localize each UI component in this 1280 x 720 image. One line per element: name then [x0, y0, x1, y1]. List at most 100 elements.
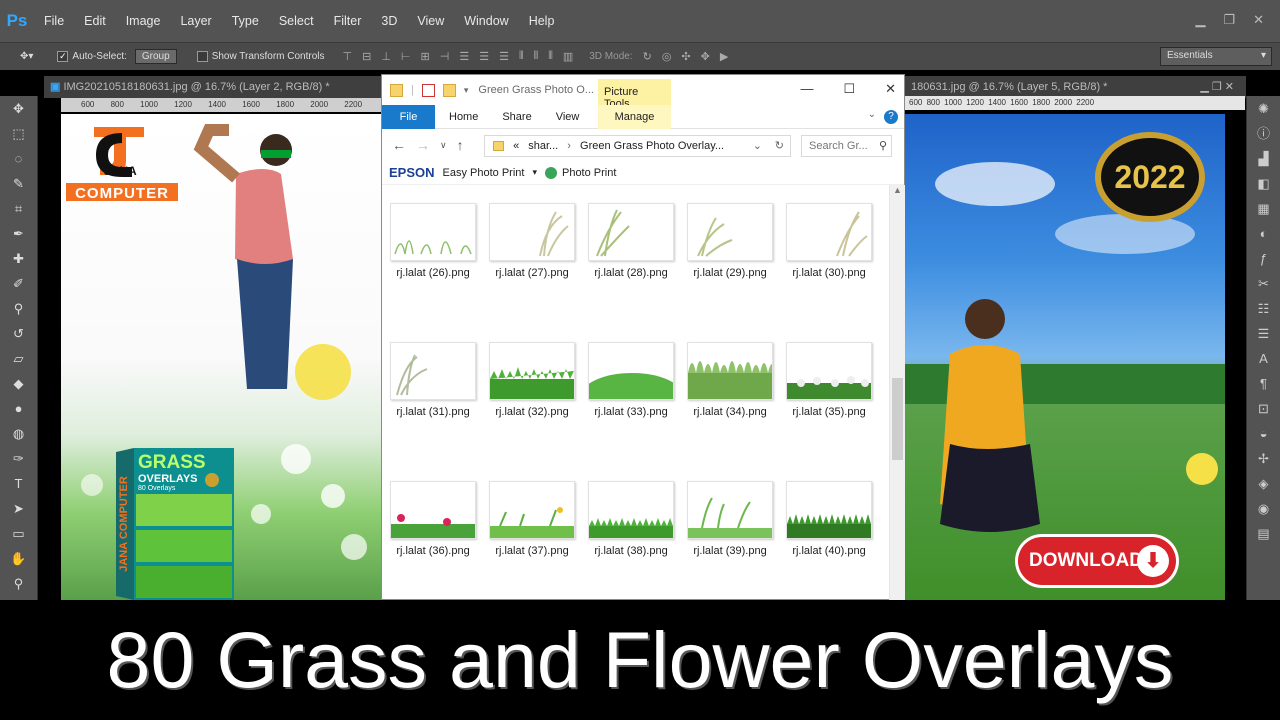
checkbox-icon[interactable] — [196, 51, 208, 62]
rotate-3d-icon[interactable]: ↻ — [643, 50, 652, 63]
swatches-icon[interactable]: ▦ — [1247, 196, 1280, 221]
file-thumbnail[interactable] — [390, 203, 476, 261]
file-thumbnail[interactable] — [588, 342, 674, 400]
menu-image[interactable]: Image — [126, 14, 161, 28]
file-item[interactable]: rj.lalat (40).png — [786, 481, 872, 557]
paragraph-icon[interactable]: ¶ — [1247, 371, 1280, 396]
recent-dropdown-icon[interactable]: ∨ — [440, 140, 447, 151]
workspace-select[interactable]: Essentials ▾ — [1160, 47, 1272, 66]
qat-dropdown-icon[interactable]: ▾ — [464, 85, 469, 96]
distribute-center-icon[interactable]: ⫴ — [534, 50, 539, 63]
forward-icon[interactable]: → — [416, 137, 430, 153]
distribute-top-icon[interactable]: ☰ — [459, 50, 469, 63]
chevron-down-icon[interactable]: ⌄ — [753, 136, 762, 156]
file-item[interactable]: rj.lalat (34).png — [687, 342, 773, 418]
restore-icon[interactable]: ❐ — [1223, 12, 1235, 28]
stamp-icon[interactable]: ⚲ — [0, 296, 37, 321]
character-icon[interactable]: A — [1247, 346, 1280, 371]
menu-filter[interactable]: Filter — [334, 14, 362, 28]
menu-3d[interactable]: 3D — [381, 14, 397, 28]
up-arrow-icon[interactable]: ↑ — [457, 137, 464, 153]
align-right-icon[interactable]: ⊣ — [440, 50, 450, 63]
blur-icon[interactable]: ● — [0, 396, 37, 421]
pen-icon[interactable]: ✑ — [0, 446, 37, 471]
move-icon[interactable]: ✥ — [0, 96, 37, 121]
chevron-down-icon[interactable]: ⌄ — [868, 109, 876, 120]
align-center-icon[interactable]: ⊞ — [421, 50, 430, 63]
menu-view[interactable]: View — [417, 14, 444, 28]
quick-select-icon[interactable]: ✎ — [0, 171, 37, 196]
lasso-icon[interactable]: ◌ — [0, 146, 37, 171]
file-thumbnail[interactable] — [687, 203, 773, 261]
align-left-icon[interactable]: ⊢ — [401, 50, 411, 63]
tab-home[interactable]: Home — [449, 111, 478, 123]
file-item[interactable]: rj.lalat (27).png — [489, 203, 575, 279]
file-thumbnail[interactable] — [489, 342, 575, 400]
adjustments-icon[interactable]: ☷ — [1247, 296, 1280, 321]
back-icon[interactable]: ← — [392, 137, 406, 153]
maximize-icon[interactable]: ☐ — [843, 81, 855, 97]
file-thumbnail[interactable] — [489, 481, 575, 539]
address-part[interactable]: Green Grass Photo Overlay... — [580, 140, 724, 152]
checkbox-checked-icon[interactable]: ✓ — [57, 51, 69, 62]
file-item[interactable]: rj.lalat (39).png — [687, 481, 773, 557]
styles-icon[interactable]: ◒ — [1247, 421, 1280, 446]
minimize-icon[interactable]: ▁ — [1195, 12, 1205, 28]
easy-photo-print[interactable]: Easy Photo Print — [443, 167, 525, 179]
brush-icon[interactable]: ✐ — [0, 271, 37, 296]
file-thumbnail[interactable] — [687, 342, 773, 400]
close-icon[interactable]: ✕ — [885, 81, 896, 97]
photo-print[interactable]: Photo Print — [562, 167, 616, 179]
type-icon[interactable]: T — [0, 471, 37, 496]
properties-check-icon[interactable] — [421, 83, 435, 97]
paths-icon[interactable]: ✢ — [1247, 446, 1280, 471]
file-item[interactable]: rj.lalat (36).png — [390, 481, 476, 557]
menu-select[interactable]: Select — [279, 14, 314, 28]
dodge-icon[interactable]: ◍ — [0, 421, 37, 446]
scroll-up-icon[interactable]: ▲ — [893, 185, 902, 195]
channels-icon[interactable]: ◉ — [1247, 496, 1280, 521]
search-box[interactable]: Search Gr... ⚲ — [801, 135, 892, 157]
slide-3d-icon[interactable]: ✥ — [701, 50, 710, 63]
download-button[interactable]: DOWNLOAD ⬇ — [1015, 534, 1179, 588]
doc-tab-left[interactable]: ▣ IMG20210518180631.jpg @ 16.7% (Layer 2… — [44, 76, 381, 98]
refresh-icon[interactable]: ↻ — [775, 136, 784, 156]
tab-manage[interactable]: Manage — [598, 105, 671, 129]
properties-icon[interactable]: ☰ — [1247, 321, 1280, 346]
help-icon[interactable]: ? — [884, 110, 898, 124]
histogram-icon[interactable]: ▟ — [1247, 146, 1280, 171]
distribute-middle-icon[interactable]: ☰ — [479, 50, 489, 63]
right-document-canvas[interactable]: 2022 DOWNLOAD ⬇ — [905, 114, 1225, 600]
file-thumbnail[interactable] — [489, 203, 575, 261]
file-item[interactable]: rj.lalat (30).png — [786, 203, 872, 279]
menu-edit[interactable]: Edit — [84, 14, 106, 28]
glyphs-icon[interactable]: ⊡ — [1247, 396, 1280, 421]
pan-3d-icon[interactable]: ✣ — [681, 50, 690, 63]
crop-icon[interactable]: ⌗ — [0, 196, 37, 221]
dropdown-icon[interactable]: ▾ — [532, 167, 537, 178]
file-thumbnail[interactable] — [786, 481, 872, 539]
rectangle-icon[interactable]: ▭ — [0, 521, 37, 546]
history-brush-icon[interactable]: ↺ — [0, 321, 37, 346]
file-item[interactable]: rj.lalat (37).png — [489, 481, 575, 557]
distribute-right-icon[interactable]: ⫴ — [548, 50, 553, 63]
file-thumbnail[interactable] — [786, 342, 872, 400]
zoom-icon[interactable]: ⚲ — [0, 571, 37, 596]
tools-icon[interactable]: ✂ — [1247, 271, 1280, 296]
file-thumbnail[interactable] — [390, 342, 476, 400]
scrollbar-thumb[interactable] — [892, 378, 903, 460]
file-item[interactable]: rj.lalat (32).png — [489, 342, 575, 418]
marquee-icon[interactable]: ⬚ — [0, 121, 37, 146]
gear-icon[interactable]: ✺ — [1247, 96, 1280, 121]
layers-icon[interactable]: ◈ — [1247, 471, 1280, 496]
file-item[interactable]: rj.lalat (33).png — [588, 342, 674, 418]
menu-type[interactable]: Type — [232, 14, 259, 28]
close-icon[interactable]: ✕ — [1253, 12, 1264, 28]
file-item[interactable]: rj.lalat (28).png — [588, 203, 674, 279]
tab-view[interactable]: View — [556, 111, 580, 123]
roll-3d-icon[interactable]: ◎ — [662, 50, 672, 63]
align-middle-icon[interactable]: ⊟ — [362, 50, 371, 63]
minimize-icon[interactable]: — — [800, 81, 813, 97]
distribute-left-icon[interactable]: ⫴ — [519, 50, 524, 63]
color-icon[interactable]: ◐ — [1247, 221, 1280, 246]
